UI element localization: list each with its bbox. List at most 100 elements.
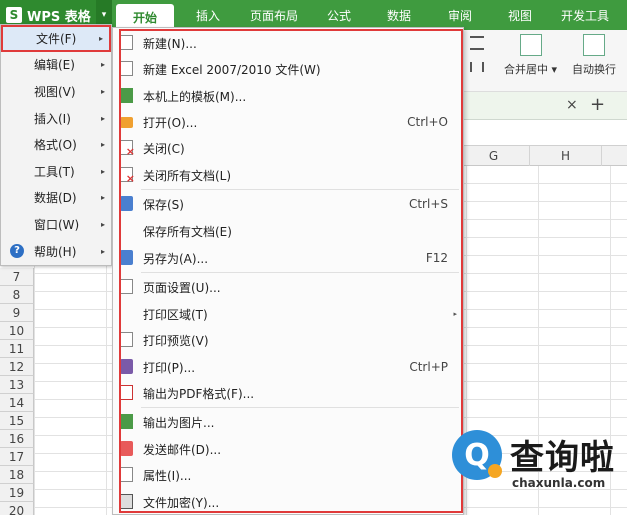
menu-item-label: 打印预览(V) [143,333,209,348]
print-preview-icon [120,332,133,347]
close-document-icon [120,140,135,158]
tab-formulas[interactable]: 公式 [314,0,364,30]
row-header[interactable]: 20 [0,502,34,515]
file-menu-item-close[interactable]: 关闭(C) [113,135,463,161]
row-header[interactable]: 15 [0,412,34,430]
template-icon [120,88,133,103]
row-header[interactable]: 11 [0,340,34,358]
file-menu-item-close-all[interactable]: 关闭所有文档(L) [113,162,463,188]
merge-center-button[interactable]: 合并居中 ▾ [504,34,557,77]
submenu-arrow-icon: ▸ [100,113,105,123]
menu-item-label: 另存为(A)... [143,251,209,266]
menu-item-format[interactable]: 格式(O) ▸ [1,131,111,158]
row-header[interactable]: 10 [0,322,34,340]
menu-item-label: 关闭所有文档(L) [143,168,232,183]
row-header[interactable]: 12 [0,358,34,376]
print-icon [120,359,133,374]
menu-item-insert[interactable]: 插入(I) ▸ [1,105,111,132]
app-main-menu: 文件(F) ▸ 编辑(E) ▸ 视图(V) ▸ 插入(I) ▸ 格式(O) ▸ … [0,24,112,266]
submenu-arrow-icon: ▸ [100,140,105,150]
menu-item-window[interactable]: 窗口(W) ▸ [1,211,111,238]
file-menu-item-templates[interactable]: 本机上的模板(M)... [113,83,463,109]
tab-developer[interactable]: 开发工具 [552,0,618,30]
file-menu-item-print-preview[interactable]: 打印预览(V) [113,327,463,353]
row-header[interactable]: 7 [0,268,34,286]
indent-button[interactable] [470,36,484,50]
file-menu-item-open[interactable]: 打开(O)... Ctrl+O [113,109,463,135]
row-header[interactable]: 8 [0,286,34,304]
submenu-arrow-icon: ▸ [98,33,103,43]
shortcut-label: F12 [425,251,448,265]
row-headers: 7 8 9 10 11 12 13 14 15 16 17 18 19 20 [0,268,34,515]
menu-item-label: 新建 Excel 2007/2010 文件(W) [143,62,321,77]
file-menu-item-send-mail[interactable]: 发送邮件(D)... [113,436,463,462]
wrap-text-button[interactable]: 自动换行 [572,34,616,77]
menu-separator [141,189,459,190]
close-all-documents-icon [120,167,135,185]
row-header[interactable]: 16 [0,430,34,448]
file-menu-item-new[interactable]: 新建(N)... [113,30,463,56]
file-menu-item-new-excel[interactable]: 新建 Excel 2007/2010 文件(W) [113,56,463,82]
menu-item-label: 属性(I)... [143,468,192,483]
wps-logo-icon: S [6,7,22,23]
menu-item-help[interactable]: ? 帮助(H) ▸ [1,238,111,265]
watermark-dot-icon [488,464,502,478]
merge-center-label: 合并居中 [504,63,548,76]
export-pdf-icon [120,385,133,400]
tab-view[interactable]: 视图 [498,0,542,30]
menu-item-label: 格式(O) [34,138,77,153]
row-header[interactable]: 17 [0,448,34,466]
help-icon: ? [10,244,24,259]
export-image-icon [120,414,133,429]
send-mail-icon [120,441,133,456]
menu-item-view[interactable]: 视图(V) ▸ [1,78,111,105]
distribute-icon [470,62,484,72]
menu-item-data[interactable]: 数据(D) ▸ [1,185,111,212]
menu-item-label: 帮助(H) [34,244,77,259]
file-menu-item-save-as[interactable]: 另存为(A)... F12 [113,245,463,271]
file-menu-item-export-pdf[interactable]: 输出为PDF格式(F)... [113,380,463,406]
close-tab-icon[interactable]: × [566,97,578,113]
menu-item-tools[interactable]: 工具(T) ▸ [1,158,111,185]
tab-insert[interactable]: 插入 [180,0,236,30]
tab-review[interactable]: 审阅 [438,0,482,30]
file-menu-item-print-area[interactable]: 打印区域(T) ▸ [113,301,463,327]
menu-item-label: 保存所有文档(E) [143,224,232,239]
row-header[interactable]: 9 [0,304,34,322]
file-menu-item-page-setup[interactable]: 页面设置(U)... [113,274,463,300]
menu-item-label: 编辑(E) [34,58,75,73]
row-header[interactable]: 18 [0,466,34,484]
file-menu-item-print[interactable]: 打印(P)... Ctrl+P [113,354,463,380]
menu-item-label: 数据(D) [34,191,77,206]
menu-item-file[interactable]: 文件(F) ▸ [1,25,111,52]
row-header[interactable]: 14 [0,394,34,412]
distribute-button[interactable] [470,62,484,72]
shortcut-label: Ctrl+S [408,197,448,211]
tab-data[interactable]: 数据 [376,0,422,30]
menu-item-label: 输出为图片... [143,415,215,430]
file-menu-item-save-all[interactable]: 保存所有文档(E) [113,218,463,244]
new-tab-icon[interactable]: + [590,94,605,115]
menu-item-label: 文件加密(Y)... [143,495,220,510]
file-menu-item-encrypt[interactable]: 文件加密(Y)... [113,489,463,515]
watermark-url: chaxunla.com [512,476,606,490]
file-menu-item-save[interactable]: 保存(S) Ctrl+S [113,191,463,217]
file-menu-item-export-image[interactable]: 输出为图片... [113,409,463,435]
tab-page-layout[interactable]: 页面布局 [238,0,310,30]
watermark-glyph: Q [464,437,490,473]
menu-item-edit[interactable]: 编辑(E) ▸ [1,52,111,79]
menu-item-label: 保存(S) [143,197,184,212]
row-header[interactable]: 13 [0,376,34,394]
column-header-g[interactable]: G [458,146,530,166]
column-header-h[interactable]: H [530,146,602,166]
indent-icon [470,36,484,50]
submenu-arrow-icon: ▸ [453,310,457,318]
menu-separator [141,407,459,408]
row-header[interactable]: 19 [0,484,34,502]
file-menu-item-properties[interactable]: 属性(I)... [113,462,463,488]
new-document-icon [120,35,133,50]
save-icon [120,196,133,211]
merge-dropdown-icon[interactable]: ▾ [552,63,558,76]
properties-icon [120,467,133,482]
menu-item-label: 关闭(C) [143,141,185,156]
